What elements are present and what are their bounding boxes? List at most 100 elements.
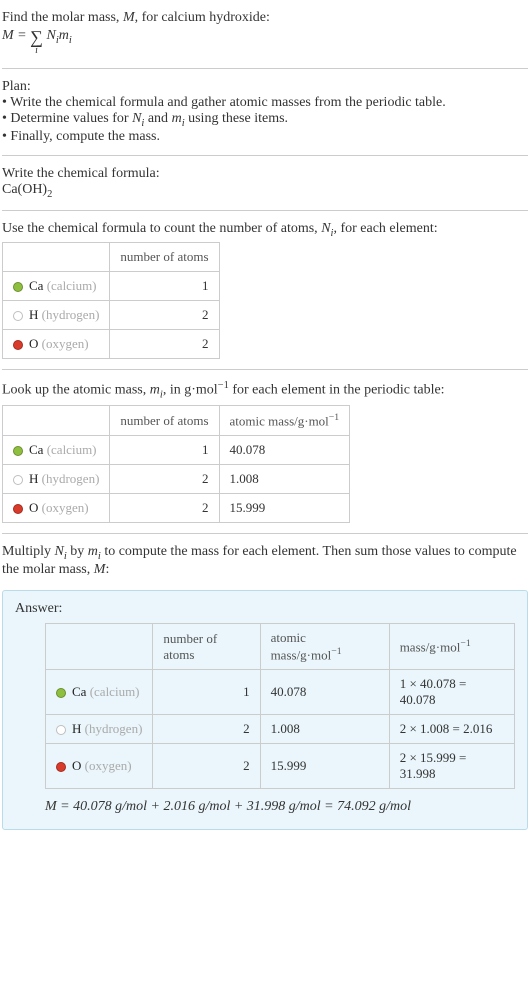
table-row: Ca (calcium) 1 (3, 272, 220, 301)
intro-line: Find the molar mass, M, for calcium hydr… (2, 10, 528, 26)
element-name: (oxygen) (85, 758, 132, 773)
element-cell: Ca (calcium) (3, 436, 110, 465)
multiply-end: : (105, 562, 109, 577)
atom-count: 1 (110, 272, 219, 301)
divider (2, 533, 528, 534)
table-row: O (oxygen) 2 15.999 2 × 15.999 = 31.998 (46, 744, 515, 789)
header-blank (3, 243, 110, 272)
element-name: (oxygen) (42, 336, 89, 351)
element-cell: O (oxygen) (3, 330, 110, 359)
atomic-mass: 15.999 (219, 494, 350, 523)
table-header-row: number of atoms (3, 243, 220, 272)
element-cell: H (hydrogen) (46, 715, 153, 744)
eq-m: m (59, 28, 69, 43)
multiply-M: M (94, 562, 106, 577)
table-row: O (oxygen) 2 15.999 (3, 494, 350, 523)
header-mass-text: mass/g·mol (400, 639, 461, 654)
eq-N: N (46, 28, 55, 43)
count-title-N: N (321, 221, 330, 236)
table-header-row: number of atoms atomic mass/g·mol−1 (3, 405, 350, 435)
header-num-atoms: number of atoms (110, 243, 219, 272)
divider (2, 68, 528, 69)
plan-bullet-2: • Determine values for Ni and mi using t… (2, 111, 528, 129)
header-amass-text: atomic mass/g·mol (271, 630, 332, 662)
element-color-icon (13, 311, 23, 321)
write-formula-title: Write the chemical formula: (2, 166, 528, 182)
header-num-atoms: number of atoms (110, 405, 219, 435)
count-title: Use the chemical formula to count the nu… (2, 221, 528, 239)
sigma-icon: ∑ (30, 28, 43, 46)
table-row: O (oxygen) 2 (3, 330, 220, 359)
element-symbol: O (29, 500, 38, 515)
element-cell: H (hydrogen) (3, 465, 110, 494)
element-name: (hydrogen) (42, 307, 100, 322)
element-cell: H (hydrogen) (3, 301, 110, 330)
lookup-title: Look up the atomic mass, mi, in g·mol−1 … (2, 380, 528, 400)
atoms-table: number of atoms Ca (calcium) 1 H (hydrog… (2, 242, 220, 359)
element-name: (oxygen) (42, 500, 89, 515)
final-M: M (45, 799, 57, 814)
count-atoms-section: Use the chemical formula to count the nu… (2, 215, 528, 366)
table-row: H (hydrogen) 2 1.008 (3, 465, 350, 494)
header-amass-exp: −1 (331, 646, 341, 657)
element-symbol: H (29, 471, 38, 486)
sum-index: i (30, 46, 43, 56)
atom-count: 2 (110, 494, 219, 523)
intro-text-post: , for calcium hydroxide: (135, 10, 270, 25)
mass-calc: 2 × 1.008 = 2.016 (389, 715, 514, 744)
element-symbol: Ca (72, 684, 86, 699)
lookup-title-exp: −1 (218, 380, 229, 391)
plan-bullet-3: • Finally, compute the mass. (2, 129, 528, 145)
table-row: H (hydrogen) 2 (3, 301, 220, 330)
plan-bullet-1: • Write the chemical formula and gather … (2, 95, 528, 111)
molar-mass-equation: M = ∑i Nimi (2, 26, 528, 58)
mass-calc: 2 × 15.999 = 31.998 (389, 744, 514, 789)
answer-inner: number of atoms atomic mass/g·mol−1 mass… (15, 623, 515, 815)
chemical-formula: Ca(OH)2 (2, 182, 528, 200)
plan-b2-m: m (172, 111, 182, 126)
atom-count: 1 (153, 670, 260, 715)
element-name: (hydrogen) (42, 471, 100, 486)
atomic-mass: 1.008 (219, 465, 350, 494)
atom-count: 2 (110, 465, 219, 494)
element-cell: O (oxygen) (46, 744, 153, 789)
plan-b2-and: and (144, 111, 171, 126)
atom-count: 1 (110, 436, 219, 465)
lookup-title-m: m (150, 383, 160, 398)
header-mass-exp: −1 (460, 638, 470, 649)
intro-text: Find the molar mass, (2, 10, 123, 25)
element-symbol: Ca (29, 278, 43, 293)
multiply-by: by (67, 544, 88, 559)
atomic-mass: 40.078 (219, 436, 350, 465)
element-name: (hydrogen) (85, 721, 143, 736)
header-atomic-mass: atomic mass/g·mol−1 (260, 623, 389, 669)
atom-count: 2 (153, 744, 260, 789)
element-symbol: H (72, 721, 81, 736)
formula-sub: 2 (47, 189, 52, 200)
write-formula-section: Write the chemical formula: Ca(OH)2 (2, 160, 528, 206)
header-mass-exp: −1 (329, 412, 339, 423)
divider (2, 369, 528, 370)
multiply-pre: Multiply (2, 544, 55, 559)
header-mass-text: atomic mass/g·mol (230, 413, 329, 428)
element-name: (calcium) (47, 442, 97, 457)
count-title-post: , for each element: (333, 221, 437, 236)
element-color-icon (56, 688, 66, 698)
element-symbol: O (72, 758, 81, 773)
lookup-title-post: for each element in the periodic table: (229, 383, 445, 398)
header-atomic-mass: atomic mass/g·mol−1 (219, 405, 350, 435)
intro-section: Find the molar mass, M, for calcium hydr… (2, 4, 528, 64)
var-M: M (123, 10, 135, 25)
element-color-icon (56, 762, 66, 772)
element-cell: O (oxygen) (3, 494, 110, 523)
formula-main: Ca(OH) (2, 182, 47, 197)
element-color-icon (56, 725, 66, 735)
multiply-N: N (55, 544, 64, 559)
plan-b2-post: using these items. (185, 111, 288, 126)
final-equation: M = 40.078 g/mol + 2.016 g/mol + 31.998 … (45, 799, 515, 815)
table-row: Ca (calcium) 1 40.078 1 × 40.078 = 40.07… (46, 670, 515, 715)
table-header-row: number of atoms atomic mass/g·mol−1 mass… (46, 623, 515, 669)
element-symbol: H (29, 307, 38, 322)
table-row: H (hydrogen) 2 1.008 2 × 1.008 = 2.016 (46, 715, 515, 744)
multiply-m: m (88, 544, 98, 559)
